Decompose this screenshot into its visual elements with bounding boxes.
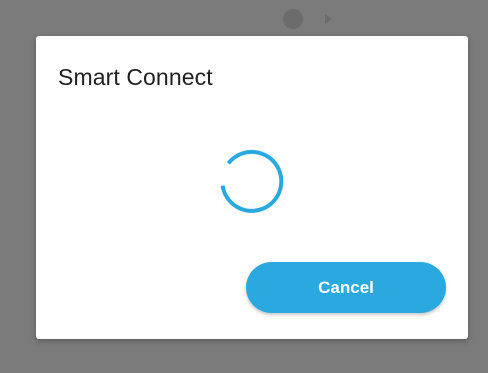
smart-connect-dialog: Smart Connect Cancel: [36, 36, 468, 339]
background-circle-icon: [283, 9, 303, 29]
background-play-icon: [325, 14, 332, 24]
cancel-button[interactable]: Cancel: [246, 262, 446, 313]
background-status-icons: [283, 9, 332, 29]
dialog-title: Smart Connect: [58, 64, 213, 90]
loading-spinner-icon: [220, 149, 284, 213]
